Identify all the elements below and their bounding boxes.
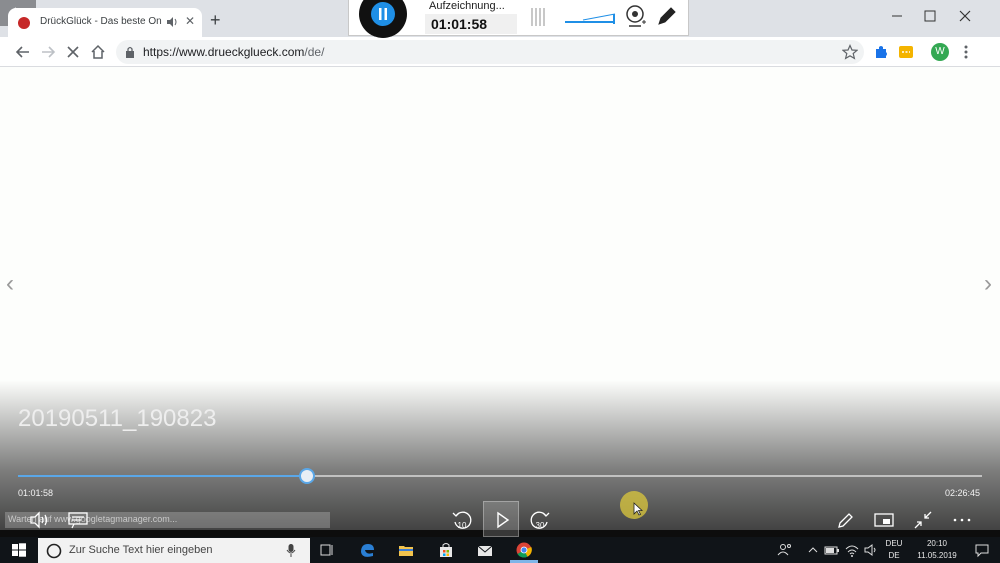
volume-icon[interactable] <box>28 510 52 530</box>
more-icon[interactable] <box>950 510 974 530</box>
profile-avatar[interactable]: W <box>931 43 949 61</box>
stop-icon[interactable] <box>64 43 82 61</box>
taskbar: Zur Suche Text hier eingeben DEU DE 20:1… <box>0 537 1000 563</box>
browser-tab[interactable]: DrückGlück - Das beste Onli ✕ <box>8 8 202 37</box>
current-time: 01:01:58 <box>18 488 54 498</box>
extension-yellow-icon[interactable] <box>897 43 915 61</box>
next-video-arrow[interactable]: › <box>984 270 992 298</box>
new-tab-button[interactable]: + <box>210 11 221 29</box>
pen-icon[interactable] <box>655 4 677 28</box>
webcam-icon[interactable] <box>625 4 647 30</box>
search-placeholder: Zur Suche Text hier eingeben <box>69 544 213 556</box>
miniview-icon[interactable] <box>872 510 896 530</box>
play-button[interactable] <box>483 501 519 537</box>
pause-icon <box>371 2 395 26</box>
shrink-icon[interactable] <box>911 510 935 530</box>
battery-icon[interactable] <box>823 541 841 559</box>
edit-icon[interactable] <box>834 510 858 530</box>
notification-icon[interactable] <box>973 541 991 559</box>
close-icon[interactable] <box>952 6 978 26</box>
volume-slider[interactable] <box>563 4 617 28</box>
cursor-icon <box>633 502 643 516</box>
subtitles-icon[interactable] <box>66 510 90 530</box>
address-bar[interactable]: https://www.drueckglueck.com/de/ <box>116 40 864 64</box>
language-line1: DEU <box>885 539 903 548</box>
video-title: 20190511_190823 <box>18 405 217 432</box>
lock-icon <box>126 46 134 58</box>
windows-icon[interactable] <box>10 541 28 559</box>
url-path: /de/ <box>304 45 325 59</box>
wifi-icon[interactable] <box>843 541 861 559</box>
play-icon <box>497 511 510 529</box>
clock-date: 11.05.2019 <box>917 551 957 560</box>
edge-icon[interactable] <box>358 541 376 559</box>
extension-icon[interactable] <box>872 43 890 61</box>
previous-video-arrow[interactable]: ‹ <box>6 270 14 298</box>
tab-close-button[interactable]: ✕ <box>185 14 195 28</box>
browser-toolbar: https://www.drueckglueck.com/de/ W <box>0 37 1000 67</box>
mail-icon[interactable] <box>476 541 494 559</box>
task-view-icon[interactable] <box>318 541 336 559</box>
favicon-icon <box>18 17 30 29</box>
total-time: 02:26:45 <box>944 488 980 498</box>
people-icon[interactable] <box>776 541 794 559</box>
back-icon[interactable] <box>14 43 32 61</box>
language-line2: DE <box>888 551 900 560</box>
forward-30-icon[interactable]: 30 <box>528 508 552 532</box>
speaker-icon[interactable] <box>166 16 178 28</box>
url-text: https://www.drueckglueck.com/de/ <box>143 45 324 59</box>
file-explorer-icon[interactable] <box>397 541 415 559</box>
forward-icon[interactable] <box>39 43 57 61</box>
clock[interactable]: 20:10 11.05.2019 <box>912 538 962 562</box>
recording-widget: Aufzeichnung... 01:01:58 <box>348 0 689 38</box>
recording-status: Aufzeichnung... <box>429 0 505 12</box>
page-status-bar: Warten auf www.googletagmanager.com... <box>5 512 330 528</box>
seek-progress <box>18 475 308 477</box>
chevron-up-icon[interactable] <box>804 541 822 559</box>
language-indicator[interactable]: DEU DE <box>884 538 904 562</box>
minimize-icon[interactable] <box>884 6 910 26</box>
speaker-tray-icon[interactable] <box>862 541 880 559</box>
maximize-icon[interactable] <box>917 6 943 26</box>
star-icon[interactable] <box>842 44 858 60</box>
clock-time: 20:10 <box>926 539 948 548</box>
pause-recording-button[interactable] <box>359 0 407 38</box>
screen: DrückGlück - Das beste Onli ✕ + https://… <box>0 0 1000 563</box>
menu-dots-icon[interactable] <box>957 43 975 61</box>
url-host: https://www.drueckglueck.com <box>143 45 305 59</box>
tab-title: DrückGlück - Das beste Onli <box>40 16 162 27</box>
store-icon[interactable] <box>437 541 455 559</box>
seek-bar[interactable] <box>18 468 982 484</box>
chrome-icon[interactable] <box>515 541 533 559</box>
recording-elapsed: 01:01:58 <box>425 14 517 34</box>
cortana-icon <box>46 543 62 559</box>
taskbar-search[interactable]: Zur Suche Text hier eingeben <box>38 538 310 563</box>
home-icon[interactable] <box>89 43 107 61</box>
rewind-seconds: 10 <box>458 521 467 530</box>
mic-icon[interactable] <box>285 543 297 559</box>
forward-seconds: 30 <box>536 521 545 530</box>
rewind-icon[interactable]: 10 <box>450 508 474 532</box>
audio-level-icon <box>531 8 545 26</box>
